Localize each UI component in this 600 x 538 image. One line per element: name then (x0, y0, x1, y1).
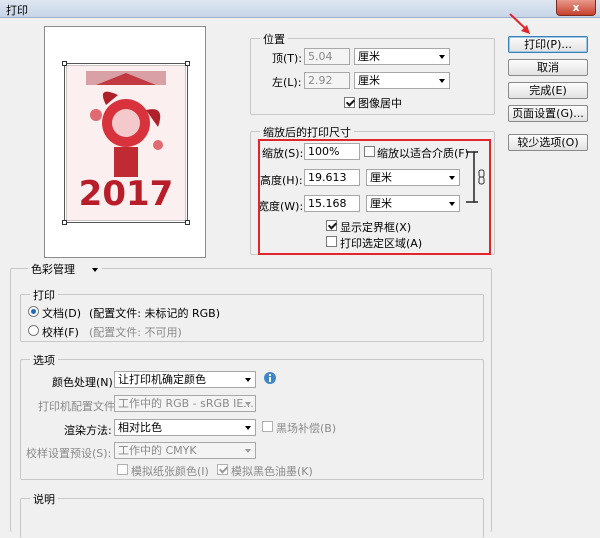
chevron-down-icon (92, 268, 98, 272)
print-button[interactable]: 打印(P)... (508, 36, 588, 53)
window-title: 打印 (6, 4, 28, 17)
cancel-button[interactable]: 取消 (508, 59, 588, 76)
left-input[interactable]: 2.92 (304, 72, 350, 89)
position-group-title: 位置 (260, 31, 288, 47)
highlight-box (258, 139, 491, 255)
left-unit-select[interactable]: 厘米 (354, 72, 450, 89)
page-setup-button[interactable]: 页面设置(G)... (508, 105, 588, 122)
printer-profile-value: 工作中的 RGB - sRGB IE... (118, 397, 254, 410)
bbox-handle[interactable] (185, 220, 190, 225)
done-button[interactable]: 完成(E) (508, 82, 588, 99)
bbox-handle[interactable] (185, 61, 190, 66)
black-point-checkbox[interactable] (262, 421, 273, 432)
top-unit-select[interactable]: 厘米 (354, 48, 450, 65)
close-button[interactable]: x (556, 0, 596, 16)
bounding-box (64, 63, 188, 223)
print-preview: 2017 (44, 26, 206, 258)
proof-setup-select[interactable]: 工作中的 CMYK (114, 442, 256, 459)
simulate-paper-checkbox[interactable] (117, 464, 128, 475)
print-source-group-title: 打印 (30, 287, 58, 303)
document-profile: (配置文件: 未标记的 RGB) (89, 307, 220, 320)
color-handling-label: 颜色处理(N): (52, 376, 117, 389)
top-input[interactable]: 5.04 (304, 48, 350, 65)
left-unit-value: 厘米 (358, 74, 380, 87)
chevron-down-icon (245, 402, 251, 406)
proof-setup-value: 工作中的 CMYK (118, 444, 197, 457)
scaled-size-group-title: 缩放后的打印尺寸 (260, 124, 354, 140)
proof-setup-label: 校样设置预设(S): (26, 447, 112, 460)
center-image-checkbox[interactable] (344, 97, 355, 108)
color-handling-value: 让打印机确定颜色 (118, 373, 206, 386)
proof-radio[interactable] (28, 325, 39, 336)
top-label: 顶(T): (272, 52, 303, 65)
chevron-down-icon (245, 426, 251, 430)
simulate-paper-label: 模拟纸张颜色(I) (131, 465, 209, 478)
printer-profile-select[interactable]: 工作中的 RGB - sRGB IE... (114, 395, 256, 412)
chevron-down-icon (439, 55, 445, 59)
description-group (20, 498, 484, 538)
printer-profile-label: 打印机配置文件: (38, 400, 119, 413)
color-management-label: 色彩管理 (31, 263, 75, 276)
left-label: 左(L): (272, 76, 302, 89)
description-group-title: 说明 (30, 491, 58, 507)
rendering-intent-select[interactable]: 相对比色 (114, 419, 256, 436)
simulate-black-label: 模拟黑色油墨(K) (231, 465, 313, 478)
rendering-intent-value: 相对比色 (118, 421, 162, 434)
simulate-black-checkbox[interactable] (217, 464, 228, 475)
info-icon[interactable] (263, 371, 277, 385)
document-label: 文档(D) (42, 307, 82, 320)
rendering-intent-label: 渲染方法: (64, 424, 112, 437)
top-unit-value: 厘米 (358, 50, 380, 63)
bbox-handle[interactable] (62, 61, 67, 66)
options-group-title: 选项 (30, 352, 58, 368)
center-image-label: 图像居中 (358, 97, 402, 110)
document-radio[interactable] (28, 306, 39, 317)
chevron-down-icon (245, 449, 251, 453)
proof-profile: (配置文件: 不可用) (89, 326, 182, 339)
chevron-down-icon (245, 378, 251, 382)
color-handling-select[interactable]: 让打印机确定颜色 (114, 371, 256, 388)
black-point-label: 黑场补偿(B) (276, 422, 337, 435)
proof-label: 校样(F) (42, 326, 79, 339)
chevron-down-icon (439, 79, 445, 83)
bbox-handle[interactable] (62, 220, 67, 225)
annotation-arrow-icon (509, 13, 530, 34)
color-management-dropdown[interactable]: 色彩管理 (28, 262, 102, 279)
fewer-options-button[interactable]: 较少选项(O) (508, 134, 588, 151)
